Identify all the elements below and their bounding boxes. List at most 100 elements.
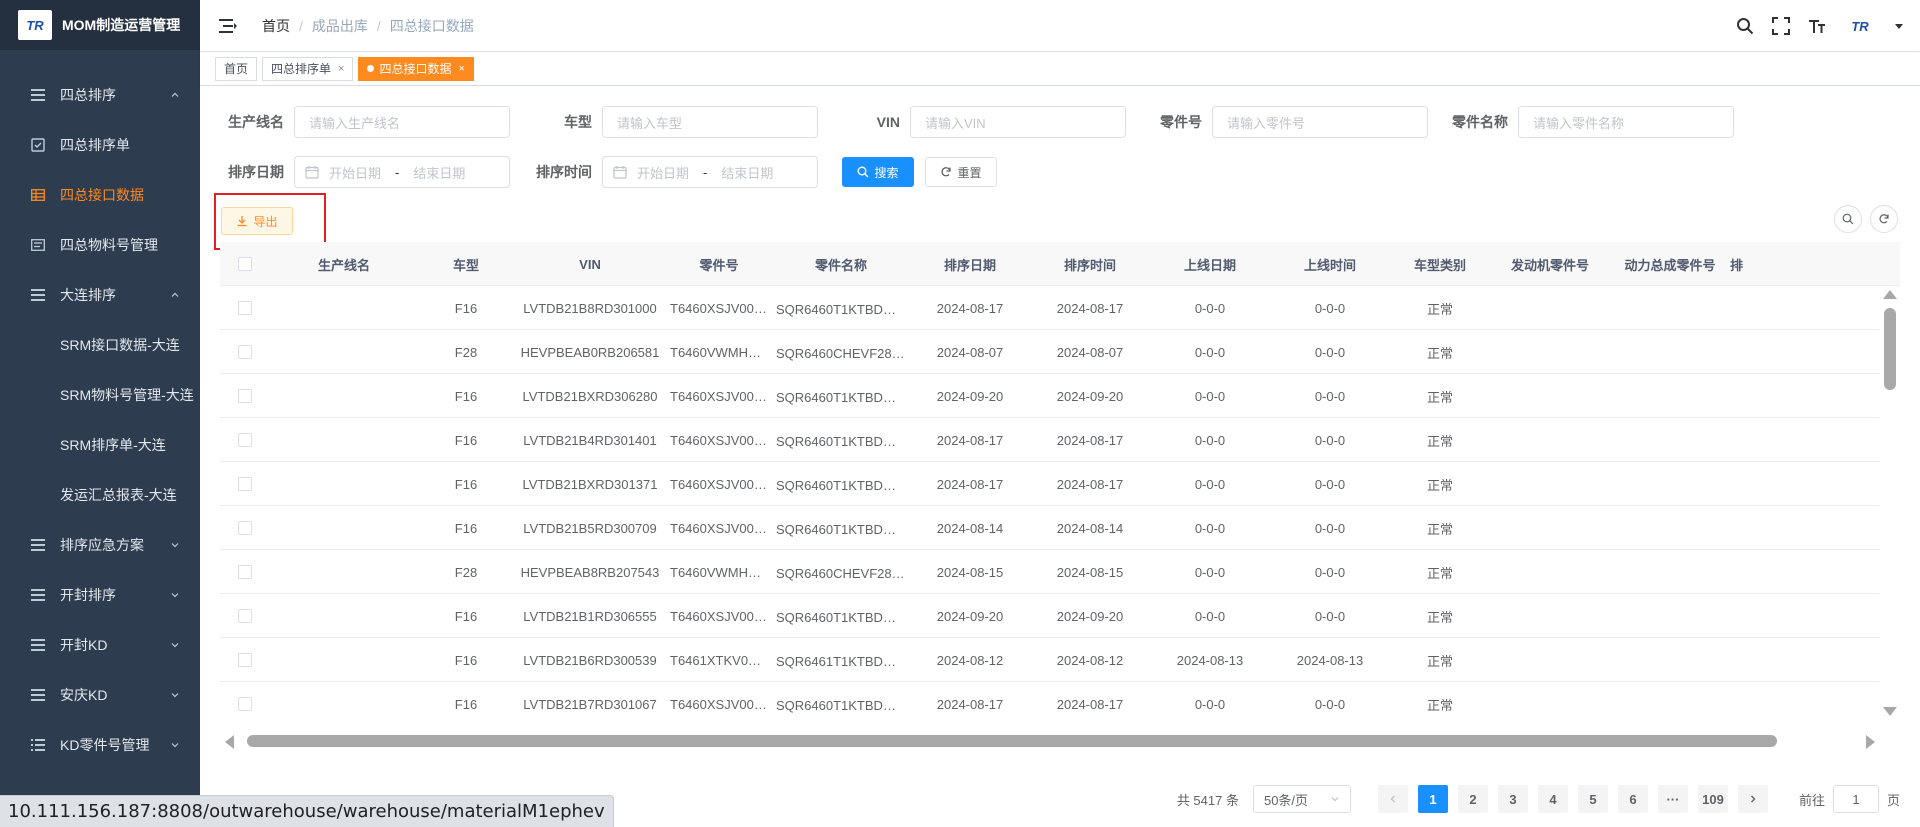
caret-down-icon[interactable] xyxy=(1894,21,1904,31)
font-size-icon[interactable] xyxy=(1806,15,1828,37)
table-row[interactable]: F16 LVTDB21BXRD301371 T6460XSJV0003 SQR6460… xyxy=(220,462,1880,506)
row-checkbox[interactable] xyxy=(238,301,252,315)
horizontal-scroll-thumb[interactable] xyxy=(247,735,1777,747)
column-header[interactable]: 零件号 xyxy=(666,242,772,286)
sort-date-range[interactable]: 开始日期 - 结束日期 xyxy=(294,156,510,188)
search-icon[interactable] xyxy=(1734,15,1756,37)
sort-time-range[interactable]: 开始日期 - 结束日期 xyxy=(602,156,818,188)
scroll-up-icon[interactable] xyxy=(1883,290,1897,299)
tag-2[interactable]: 四总接口数据 × xyxy=(358,56,474,81)
column-header[interactable]: 排 xyxy=(1730,242,1800,286)
table-cell: 2024-08-17 xyxy=(936,476,1004,492)
table-cell: T6460XSJV0001 xyxy=(670,300,769,316)
row-checkbox[interactable] xyxy=(238,565,252,579)
sidebar-item-5[interactable]: SRM接口数据-大连 xyxy=(0,320,200,370)
column-header[interactable]: 上线日期 xyxy=(1150,242,1270,286)
horizontal-scrollbar[interactable] xyxy=(220,732,1880,750)
sidebar-item-10[interactable]: 开封排序 xyxy=(0,570,200,620)
pagination: 共 5417 条 50条/页 1 2 3 4 5 6 ··· 109 前往 1 页 xyxy=(1177,783,1900,815)
part-no-input[interactable]: 请输入零件号 xyxy=(1212,106,1428,138)
row-checkbox[interactable] xyxy=(238,389,252,403)
close-icon[interactable]: × xyxy=(338,63,344,75)
page-button[interactable]: 3 xyxy=(1497,785,1528,813)
sidebar-item-3[interactable]: 四总物料号管理 xyxy=(0,220,200,270)
reset-button[interactable]: 重置 xyxy=(925,157,997,187)
part-name-field: 零件名称 请输入零件名称 xyxy=(1452,106,1734,138)
close-icon[interactable]: × xyxy=(458,63,464,75)
avatar[interactable]: TR xyxy=(1842,11,1878,41)
table-row[interactable]: F16 LVTDB21BXRD306280 T6460XSJV0001 SQR6460… xyxy=(220,374,1880,418)
column-header[interactable]: 发动机零件号 xyxy=(1490,242,1610,286)
refresh-table-button[interactable] xyxy=(1870,205,1898,233)
fullscreen-icon[interactable] xyxy=(1770,15,1792,37)
sidebar-item-7[interactable]: SRM排序单-大连 xyxy=(0,420,200,470)
column-header[interactable]: 动力总成零件号 xyxy=(1610,242,1730,286)
column-header[interactable]: 生产线名 xyxy=(270,242,418,286)
tag-1[interactable]: 四总排序单 × xyxy=(262,56,354,81)
table-row[interactable]: F16 LVTDB21B6RD300539 T6461XTKV0014 SQR6461… xyxy=(220,638,1880,682)
hamburger-icon[interactable] xyxy=(218,16,238,36)
sidebar-item-0[interactable]: 四总排序 xyxy=(0,70,200,120)
row-checkbox[interactable] xyxy=(238,521,252,535)
table-row[interactable]: F16 LVTDB21B4RD301401 T6460XSJV0003 SQR6460… xyxy=(220,418,1880,462)
sidebar-item-8[interactable]: 发运汇总报表-大连 xyxy=(0,470,200,520)
sidebar-item-2[interactable]: 四总接口数据 xyxy=(0,170,200,220)
row-checkbox[interactable] xyxy=(238,477,252,491)
scroll-right-icon[interactable] xyxy=(1866,735,1875,749)
scroll-down-icon[interactable] xyxy=(1883,707,1897,716)
chevron-down-icon xyxy=(171,743,179,748)
vertical-scroll-thumb[interactable] xyxy=(1884,308,1896,390)
sidebar-item-11[interactable]: 开封KD xyxy=(0,620,200,670)
row-checkbox[interactable] xyxy=(238,653,252,667)
page-size-select[interactable]: 50条/页 xyxy=(1252,785,1351,813)
tag-0[interactable]: 首页 xyxy=(215,56,258,81)
table-cell: 0-0-0 xyxy=(1194,564,1226,580)
more-pages-button[interactable]: ··· xyxy=(1657,785,1688,813)
checkbox-icon xyxy=(30,137,46,153)
page-button[interactable]: 4 xyxy=(1537,785,1568,813)
prev-page-button[interactable] xyxy=(1377,785,1408,813)
row-checkbox[interactable] xyxy=(238,345,252,359)
page-button[interactable]: 5 xyxy=(1577,785,1608,813)
sidebar-item-4[interactable]: 大连排序 xyxy=(0,270,200,320)
table-row[interactable]: F16 LVTDB21B7RD301067 T6460XSJV0001 SQR6460… xyxy=(220,682,1880,720)
table-row[interactable]: F16 LVTDB21B8RD301000 T6460XSJV0001 SQR6460… xyxy=(220,286,1880,330)
select-all-checkbox[interactable] xyxy=(238,257,252,271)
column-header[interactable]: 车型 xyxy=(418,242,514,286)
sidebar-item-6[interactable]: SRM物料号管理-大连 xyxy=(0,370,200,420)
column-header[interactable]: 排序日期 xyxy=(910,242,1030,286)
table-row[interactable]: F28 HEVPBEAB0RB206581 T6460VWMH0002 SQR6460… xyxy=(220,330,1880,374)
next-page-button[interactable] xyxy=(1737,785,1768,813)
search-button[interactable]: 搜索 xyxy=(842,157,914,187)
sidebar-item-13[interactable]: KD零件号管理 xyxy=(0,720,200,770)
breadcrumb-outwarehouse[interactable]: 成品出库 xyxy=(312,16,368,36)
table-row[interactable]: F16 LVTDB21B5RD300709 T6460XSJV0003 SQR6460… xyxy=(220,506,1880,550)
sidebar-item-12[interactable]: 安庆KD xyxy=(0,670,200,720)
page-button[interactable]: 109 xyxy=(1697,785,1728,813)
sidebar-item-1[interactable]: 四总排序单 xyxy=(0,120,200,170)
page-button[interactable]: 2 xyxy=(1457,785,1488,813)
page-jump-input[interactable]: 1 xyxy=(1832,785,1879,813)
table-row[interactable]: F16 LVTDB21B1RD306555 T6460XSJV0008 SQR6460… xyxy=(220,594,1880,638)
page-button[interactable]: 1 xyxy=(1417,785,1448,813)
sidebar-item-9[interactable]: 排序应急方案 xyxy=(0,520,200,570)
column-header[interactable]: VIN xyxy=(514,242,666,286)
column-header[interactable]: 零件名称 xyxy=(772,242,910,286)
part-name-input[interactable]: 请输入零件名称 xyxy=(1518,106,1734,138)
column-header[interactable]: 排序时间 xyxy=(1030,242,1150,286)
column-header[interactable]: 车型类别 xyxy=(1390,242,1490,286)
model-input[interactable]: 请输入车型 xyxy=(602,106,818,138)
row-checkbox[interactable] xyxy=(238,697,252,711)
column-header[interactable]: 上线时间 xyxy=(1270,242,1390,286)
table-row[interactable]: F28 HEVPBEAB8RB207543 T6460VWMH0007 SQR6460… xyxy=(220,550,1880,594)
scroll-left-icon[interactable] xyxy=(225,735,234,749)
breadcrumb-home[interactable]: 首页 xyxy=(262,16,290,36)
line-input[interactable]: 请输入生产线名 xyxy=(294,106,510,138)
page-button[interactable]: 6 xyxy=(1617,785,1648,813)
row-checkbox[interactable] xyxy=(238,609,252,623)
row-checkbox[interactable] xyxy=(238,433,252,447)
brand[interactable]: TR MOM制造运营管理 xyxy=(0,0,200,50)
toggle-search-button[interactable] xyxy=(1834,205,1862,233)
vin-input[interactable]: 请输入VIN xyxy=(910,106,1126,138)
vertical-scrollbar[interactable] xyxy=(1880,286,1900,720)
